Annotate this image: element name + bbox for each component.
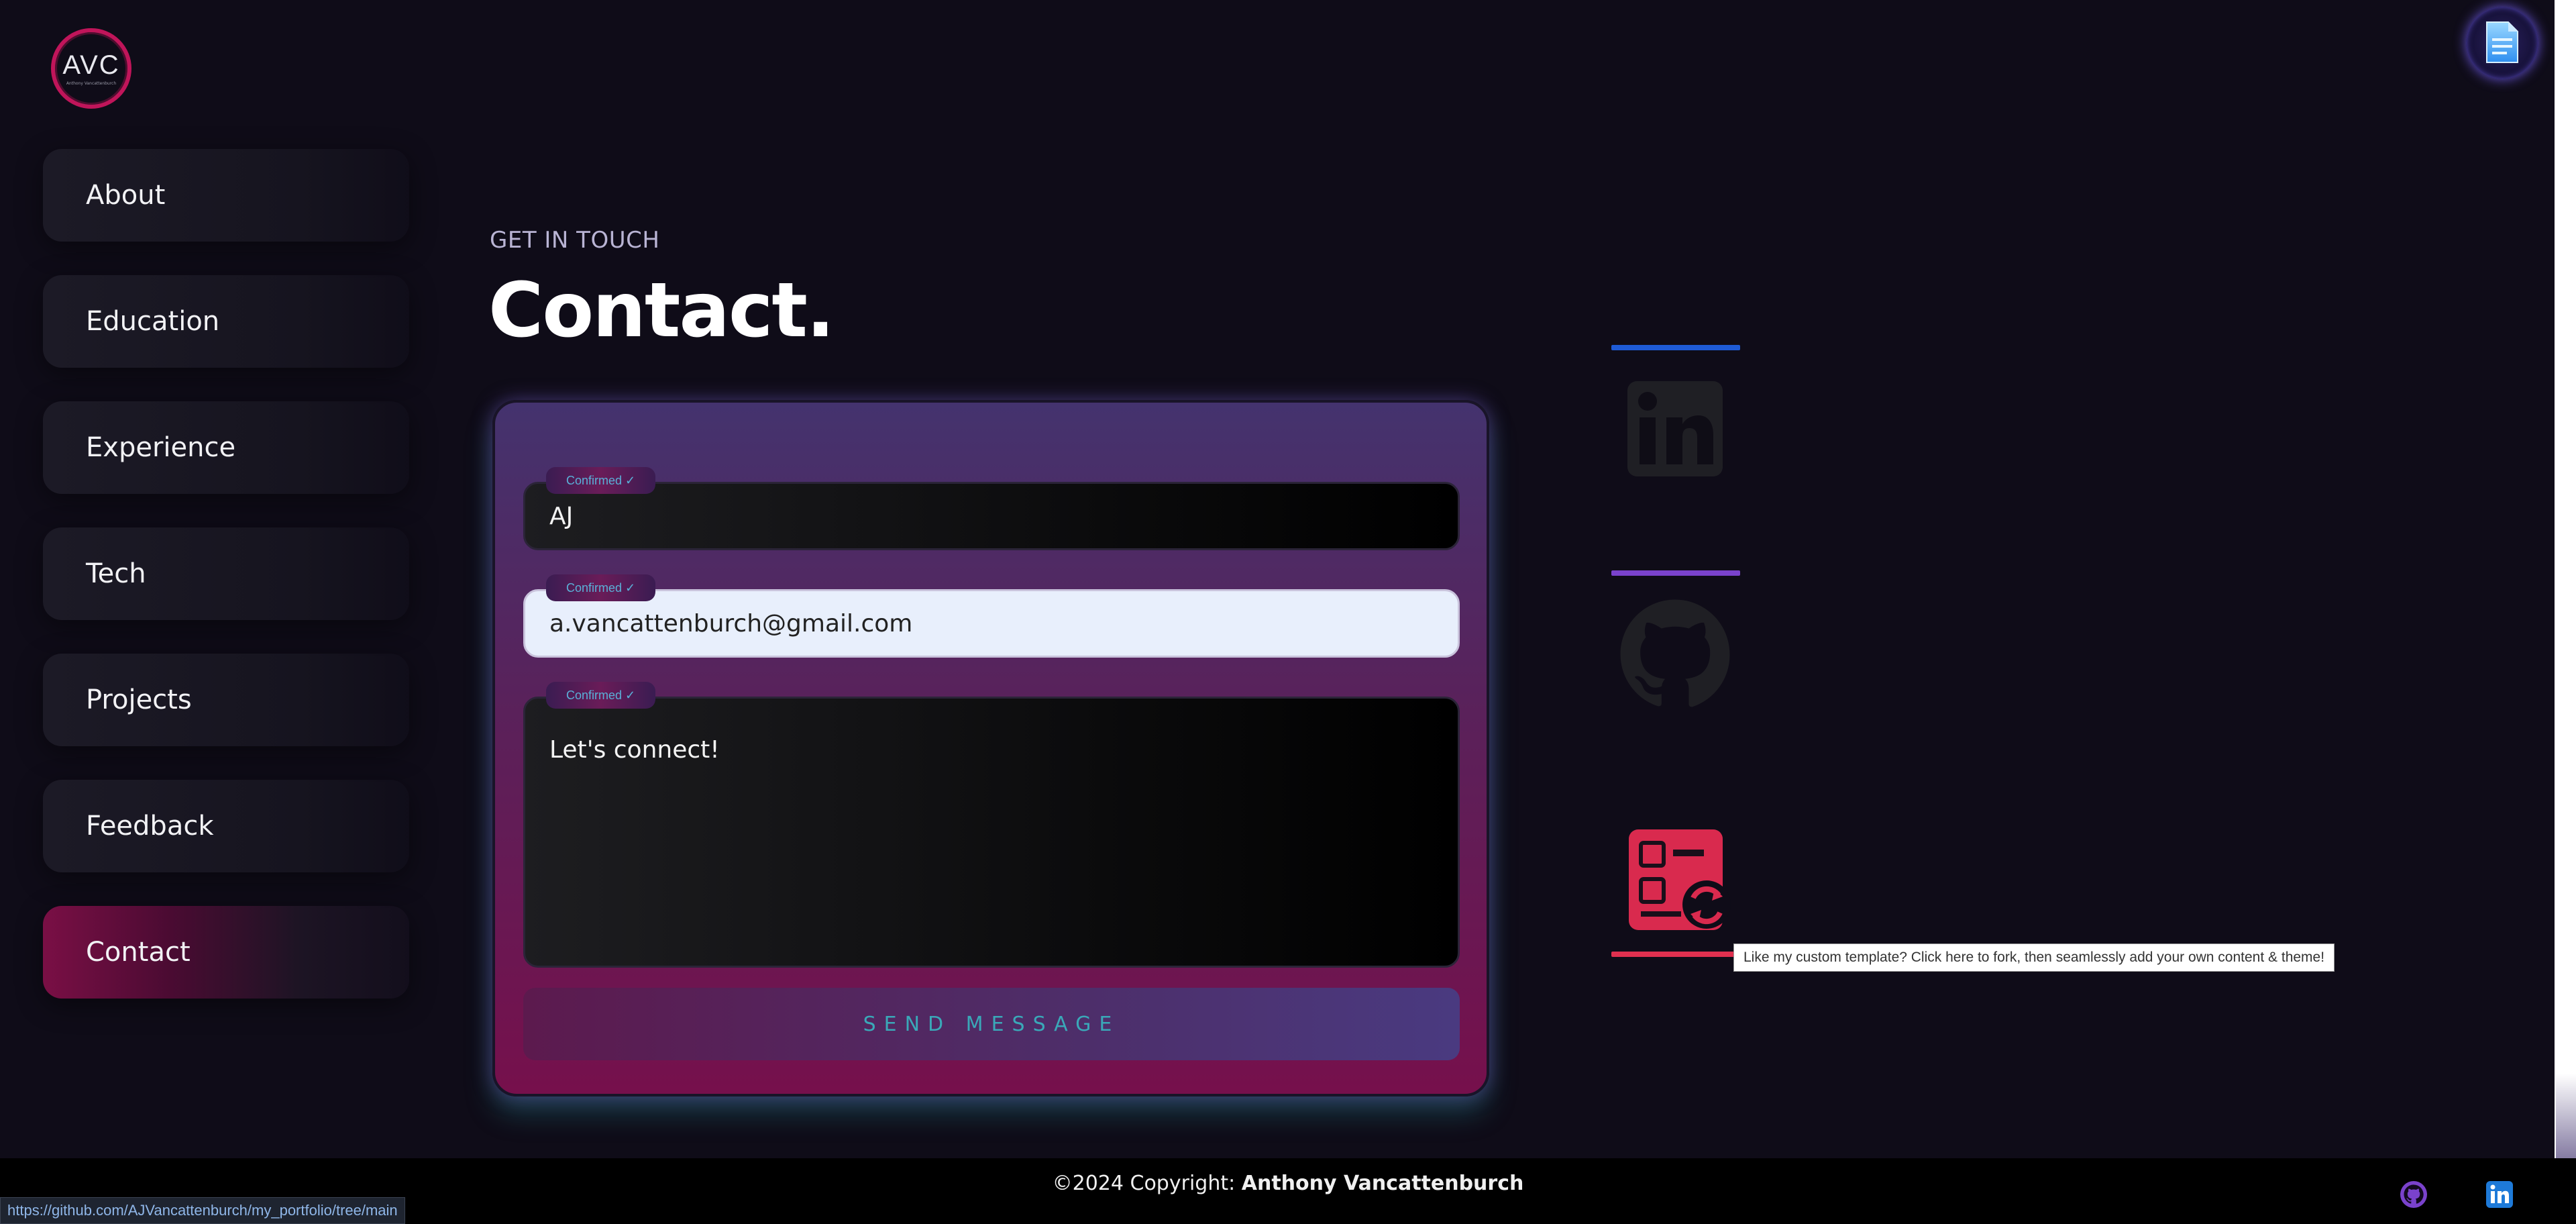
template-fork-icon[interactable] [1623, 824, 1737, 938]
email-confirmed-badge: Confirmed ✓ [546, 574, 656, 601]
logo-subtext: Anthony Vancattenburch [66, 81, 117, 86]
copyright-prefix: ©2024 Copyright: [1052, 1172, 1242, 1195]
nav-item-label: Experience [86, 432, 236, 463]
nav-item-projects[interactable]: Projects [43, 654, 409, 746]
logo-text: AVC [62, 50, 120, 80]
nav-item-contact[interactable]: Contact [43, 906, 409, 999]
message-confirmed-badge: Confirmed ✓ [546, 682, 656, 709]
name-confirmed-badge: Confirmed ✓ [546, 467, 656, 494]
nav-item-label: Contact [86, 937, 191, 968]
email-field[interactable]: a.vancattenburch@gmail.com [523, 589, 1460, 658]
footer-linkedin-icon[interactable] [2486, 1181, 2513, 1211]
copyright-name: Anthony Vancattenburch [1241, 1172, 1524, 1195]
contact-form: AJ Confirmed ✓ a.vancattenburch@gmail.co… [492, 400, 1489, 1096]
page-title: Contact. [488, 267, 835, 354]
logo[interactable]: AVC Anthony Vancattenburch [51, 28, 131, 109]
copyright-text: ©2024 Copyright: Anthony Vancattenburch [0, 1172, 2576, 1195]
nav-item-experience[interactable]: Experience [43, 401, 409, 494]
linkedin-accent-bar [1611, 345, 1740, 350]
nav-item-label: Education [86, 306, 220, 337]
window-edge [2555, 0, 2576, 1158]
nav-item-label: Tech [86, 558, 146, 589]
nav-item-tech[interactable]: Tech [43, 527, 409, 620]
nav-item-label: Projects [86, 684, 192, 715]
github-accent-bar [1611, 570, 1740, 576]
footer-github-icon[interactable] [2400, 1181, 2427, 1211]
name-field[interactable]: AJ [523, 482, 1460, 550]
template-tooltip: Like my custom template? Click here to f… [1733, 944, 2335, 972]
section-eyebrow: GET IN TOUCH [490, 227, 660, 254]
github-icon[interactable] [1618, 597, 1732, 711]
resume-document-icon [2486, 21, 2518, 63]
nav-item-label: About [86, 180, 166, 211]
nav-item-education[interactable]: Education [43, 275, 409, 368]
email-value: a.vancattenburch@gmail.com [549, 609, 913, 638]
linkedin-icon[interactable] [1625, 378, 1725, 479]
nav-item-label: Feedback [86, 811, 214, 842]
message-field[interactable]: Let's connect! [523, 697, 1460, 968]
send-message-button[interactable]: SEND MESSAGE [523, 988, 1460, 1060]
status-url: https://github.com/AJVancattenburch/my_p… [0, 1197, 405, 1224]
name-value: AJ [549, 502, 574, 530]
message-value: Let's connect! [549, 736, 720, 764]
nav-item-about[interactable]: About [43, 149, 409, 242]
nav-item-feedback[interactable]: Feedback [43, 780, 409, 872]
resume-button[interactable] [2466, 7, 2538, 79]
template-accent-bar [1611, 952, 1740, 957]
